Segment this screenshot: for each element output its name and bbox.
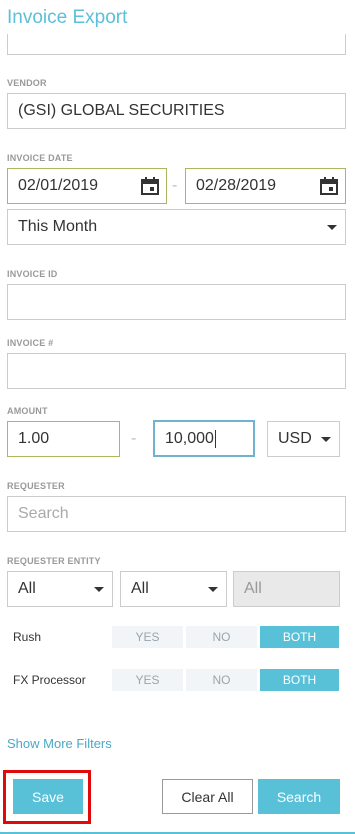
chevron-down-icon <box>208 587 218 592</box>
date-range-separator: - <box>172 177 178 194</box>
amount-max-value: 10,000 <box>165 429 214 447</box>
invoice-id-input[interactable] <box>7 284 346 320</box>
vendor-label: VENDOR <box>7 78 47 88</box>
invoice-date-from-input[interactable]: 02/01/2019 <box>7 168 167 204</box>
calendar-icon[interactable] <box>140 176 160 196</box>
date-range-select-value: This Month <box>18 218 98 235</box>
requester-entity-select-3: All <box>233 571 340 607</box>
text-cursor <box>214 429 216 448</box>
amount-min-input[interactable]: 1.00 <box>7 421 120 457</box>
requester-entity-select-3-value: All <box>244 580 262 597</box>
rush-label: Rush <box>13 630 42 644</box>
requester-label: REQUESTER <box>7 481 65 491</box>
show-more-filters-link[interactable]: Show More Filters <box>7 736 112 751</box>
currency-select[interactable]: USD <box>267 421 340 457</box>
invoice-date-label: INVOICE DATE <box>7 153 73 163</box>
vendor-input[interactable]: (GSI) GLOBAL SECURITIES <box>7 93 346 129</box>
requester-entity-select-2[interactable]: All <box>120 571 227 607</box>
amount-range-separator: - <box>131 430 137 447</box>
invoice-date-to-input[interactable]: 02/28/2019 <box>185 168 346 204</box>
chevron-down-icon <box>327 225 337 230</box>
currency-select-value: USD <box>278 430 312 447</box>
requester-entity-label: REQUESTER ENTITY <box>7 556 101 566</box>
rush-both-button[interactable]: BOTH <box>259 625 340 649</box>
requester-search-input[interactable]: Search <box>7 496 346 532</box>
amount-label: AMOUNT <box>7 406 48 416</box>
invoice-date-to-value: 02/28/2019 <box>196 177 277 194</box>
save-button[interactable]: Save <box>13 779 83 814</box>
fx-both-button[interactable]: BOTH <box>259 668 340 692</box>
requester-entity-select-1[interactable]: All <box>7 571 113 607</box>
amount-max-input[interactable]: 10,000 <box>153 420 255 457</box>
vendor-value: (GSI) GLOBAL SECURITIES <box>18 102 225 119</box>
calendar-icon[interactable] <box>319 176 339 196</box>
requester-placeholder: Search <box>18 505 69 522</box>
invoice-id-label: INVOICE ID <box>7 269 58 279</box>
date-range-select[interactable]: This Month <box>7 209 346 245</box>
amount-min-value: 1.00 <box>18 430 50 447</box>
clear-all-button[interactable]: Clear All <box>162 779 253 814</box>
rush-yes-button[interactable]: YES <box>111 625 184 649</box>
rush-no-button[interactable]: NO <box>185 625 258 649</box>
requester-entity-select-1-value: All <box>18 580 36 597</box>
fx-yes-button[interactable]: YES <box>111 668 184 692</box>
invoice-number-label: INVOICE # <box>7 338 54 348</box>
fx-processor-label: FX Processor <box>13 673 86 687</box>
page-title: Invoice Export <box>7 7 128 28</box>
fx-no-button[interactable]: NO <box>185 668 258 692</box>
previous-field[interactable] <box>7 34 346 55</box>
chevron-down-icon <box>321 437 331 442</box>
requester-entity-select-2-value: All <box>131 580 149 597</box>
search-button[interactable]: Search <box>258 779 340 814</box>
invoice-number-input[interactable] <box>7 353 346 389</box>
invoice-date-from-value: 02/01/2019 <box>18 177 99 194</box>
chevron-down-icon <box>94 587 104 592</box>
